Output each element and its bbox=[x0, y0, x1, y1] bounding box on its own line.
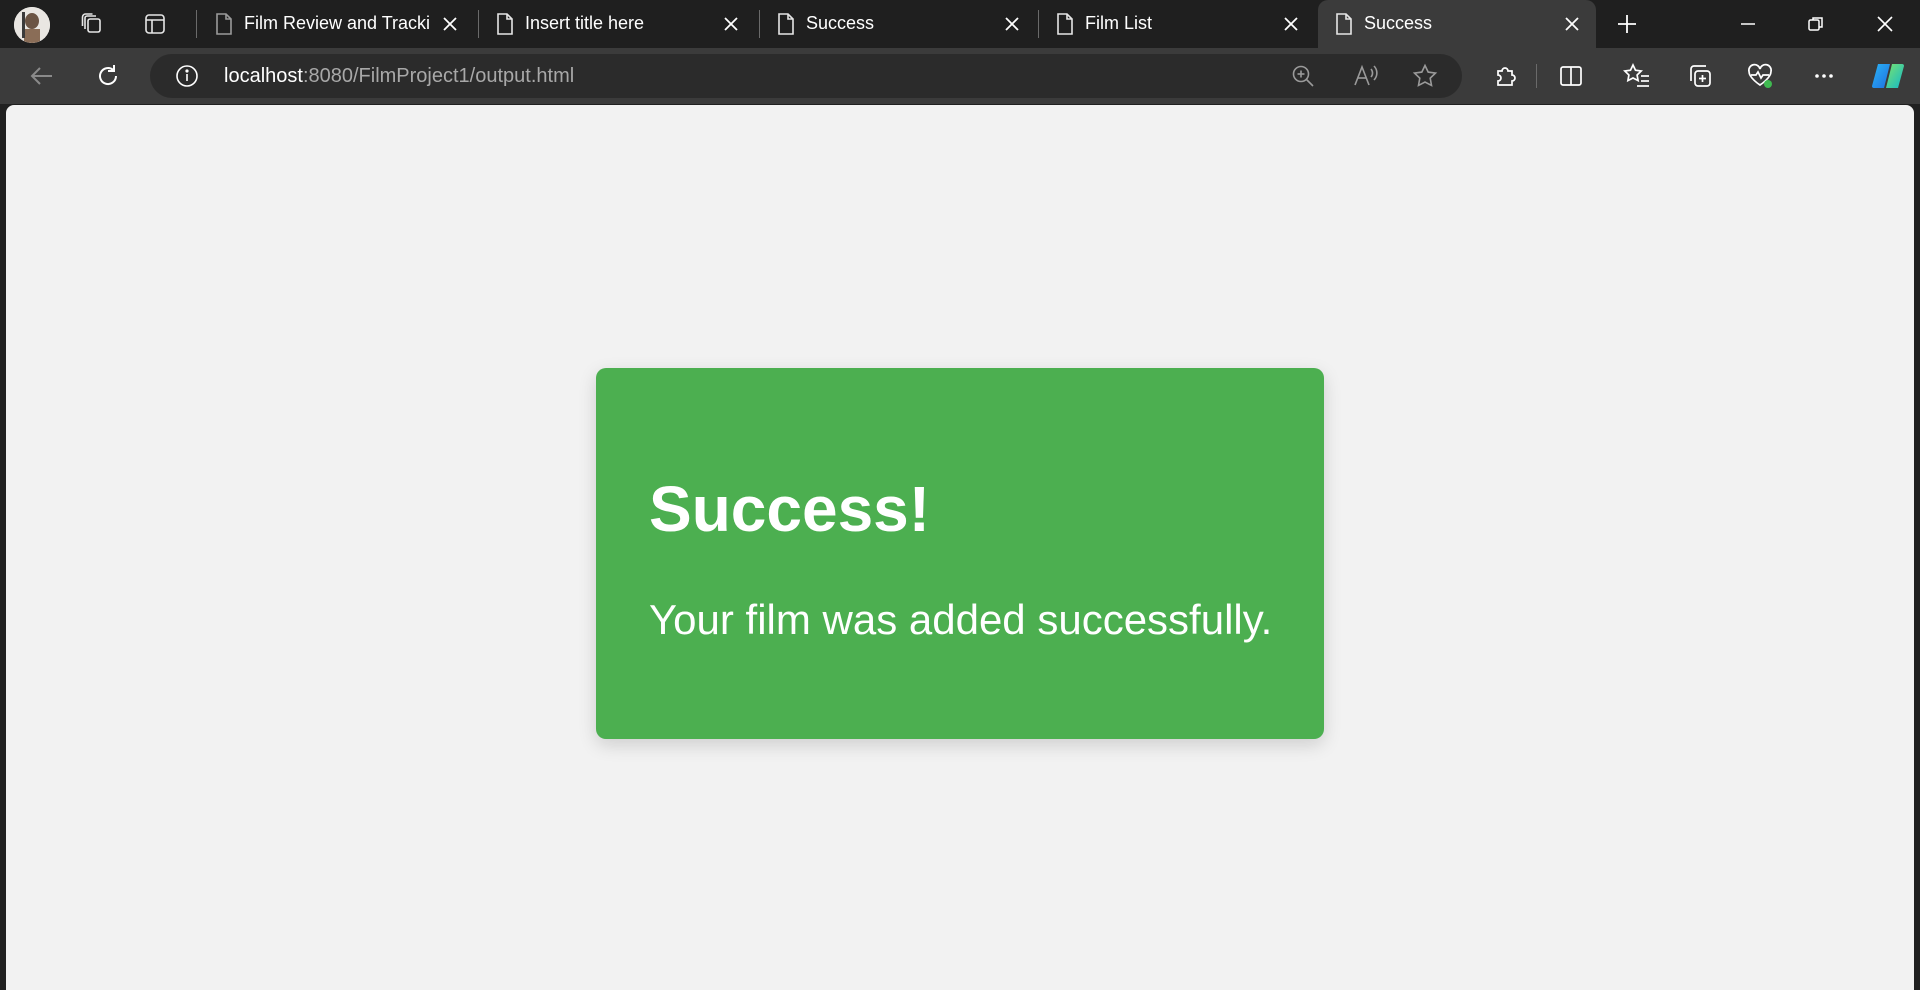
toolbar-divider bbox=[1536, 64, 1537, 88]
close-window-icon[interactable] bbox=[1875, 14, 1895, 34]
info-icon[interactable] bbox=[174, 63, 200, 89]
tab-separator bbox=[1038, 10, 1039, 38]
workspaces-icon[interactable] bbox=[80, 12, 104, 36]
tab-film-review[interactable]: Film Review and Tracking bbox=[200, 0, 474, 48]
plus-icon[interactable] bbox=[1615, 12, 1639, 36]
copilot-icon[interactable] bbox=[1870, 58, 1906, 94]
collections-icon[interactable] bbox=[1686, 62, 1714, 90]
close-icon[interactable] bbox=[1562, 14, 1582, 34]
tab-insert-title[interactable]: Insert title here bbox=[481, 0, 755, 48]
tab-title: Success bbox=[1364, 13, 1433, 33]
url-path: :8080/FilmProject1/output.html bbox=[302, 65, 575, 87]
success-card: Success! Your film was added successfull… bbox=[596, 368, 1324, 739]
tab-success-1[interactable]: Success bbox=[762, 0, 1036, 48]
star-icon[interactable] bbox=[1412, 63, 1438, 89]
tab-strip: Film Review and Tracking Insert title he… bbox=[0, 0, 1920, 48]
tab-title: Film List bbox=[1085, 13, 1152, 33]
page-icon bbox=[776, 12, 796, 36]
success-heading: Success! bbox=[649, 473, 931, 545]
tab-separator bbox=[478, 10, 479, 38]
refresh-icon[interactable] bbox=[94, 62, 122, 90]
address-bar[interactable]: localhost:8080/FilmProject1/output.html bbox=[150, 54, 1462, 98]
success-message: Your film was added successfully. bbox=[649, 596, 1273, 643]
page-viewport: Success! Your film was added successfull… bbox=[6, 105, 1914, 990]
close-icon[interactable] bbox=[1281, 14, 1301, 34]
url-text[interactable]: localhost:8080/FilmProject1/output.html bbox=[224, 65, 574, 88]
close-icon[interactable] bbox=[1002, 14, 1022, 34]
page-icon bbox=[214, 12, 234, 36]
back-arrow-icon[interactable] bbox=[28, 62, 56, 90]
tab-title: Insert title here bbox=[525, 13, 645, 33]
tab-success-active[interactable]: Success bbox=[1318, 0, 1596, 48]
url-host: localhost bbox=[224, 65, 303, 87]
page-icon bbox=[1334, 12, 1354, 36]
read-aloud-icon[interactable] bbox=[1352, 63, 1378, 89]
more-icon[interactable] bbox=[1810, 62, 1838, 90]
profile-avatar[interactable] bbox=[14, 7, 50, 43]
tab-actions-icon[interactable] bbox=[143, 12, 167, 36]
restore-icon[interactable] bbox=[1806, 14, 1826, 34]
close-icon[interactable] bbox=[440, 14, 460, 34]
tab-title: Film Review and Tracking bbox=[244, 13, 429, 33]
split-screen-icon[interactable] bbox=[1557, 62, 1585, 90]
heart-pulse-icon[interactable] bbox=[1746, 62, 1774, 90]
tab-separator bbox=[759, 10, 760, 38]
zoom-icon[interactable] bbox=[1290, 63, 1316, 89]
browser-toolbar: localhost:8080/FilmProject1/output.html bbox=[0, 48, 1920, 104]
close-icon[interactable] bbox=[721, 14, 741, 34]
page-icon bbox=[1055, 12, 1075, 36]
tab-separator bbox=[196, 10, 197, 38]
page-icon bbox=[495, 12, 515, 36]
tab-film-list[interactable]: Film List bbox=[1041, 0, 1315, 48]
favorites-icon[interactable] bbox=[1622, 62, 1651, 90]
minimize-icon[interactable] bbox=[1738, 14, 1758, 34]
tab-title: Success bbox=[806, 13, 875, 33]
puzzle-icon[interactable] bbox=[1492, 62, 1520, 90]
